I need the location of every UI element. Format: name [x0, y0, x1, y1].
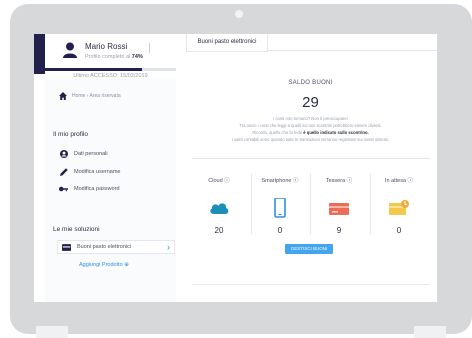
device-foot-right [414, 326, 446, 338]
cloud-icon [210, 203, 229, 214]
decorative-bar [34, 34, 45, 74]
menu-item-meal-vouchers[interactable]: Buoni pasto elettronici › [57, 240, 175, 254]
profile-separator [149, 43, 150, 53]
menu-item-label: Buoni pasto elettronici [77, 244, 132, 250]
menu-item-edit-password[interactable]: Modifica password [59, 184, 120, 193]
smartphone-icon [274, 198, 286, 218]
stat-card: Tessera ⓘ 9 [311, 176, 367, 252]
breadcrumb: Home › Area riservata [59, 92, 121, 100]
stat-label: Smartphone ⓘ [261, 178, 299, 184]
section-title-profile: Il mio profilo [53, 131, 89, 138]
info-line-3: Ricorda, quello che fa fede è quello ind… [184, 130, 437, 135]
stat-value: 0 [396, 226, 402, 235]
menu-item-label: Dati personali [74, 150, 108, 157]
key-icon [59, 184, 68, 193]
profile-completion-label: Profilo completo al [85, 54, 131, 60]
stat-value: 9 [336, 226, 342, 235]
last-access: Ultimo ACCESSO: 15/02/2019 [73, 73, 148, 79]
sidebar: Mario Rossi Profilo completo al 74% Ulti… [45, 34, 176, 302]
section-title-solutions: Le mie soluzioni [53, 226, 100, 233]
profile-progress-bar [45, 68, 176, 71]
stat-value: 20 [214, 226, 224, 235]
breadcrumb-text[interactable]: Home › Area riservata [72, 93, 121, 99]
manage-vouchers-button[interactable]: GESTISCI BUONI [285, 244, 333, 254]
profile-card: Mario Rossi Profilo completo al 74% Ulti… [45, 34, 176, 79]
stat-pending: In attesa ⓘ 0 [371, 176, 427, 252]
divider [192, 158, 430, 159]
wallet-icon [62, 243, 71, 252]
home-icon[interactable] [59, 92, 67, 100]
pencil-icon [59, 167, 68, 176]
stat-cloud: Cloud ⓘ 20 [191, 176, 247, 252]
user-icon [63, 42, 77, 58]
info-line-3-prefix: Ricorda, quello che fa fede [252, 130, 304, 135]
chevron-right-icon: › [167, 242, 170, 252]
balance-value: 29 [302, 94, 319, 111]
profile-completion-percent: 74% [131, 54, 143, 60]
info-line-4: I saldi contabili sono quando tutte le t… [231, 137, 390, 142]
stat-value: 0 [277, 226, 283, 235]
pending-icon [389, 200, 409, 215]
stat-label: Tessera ⓘ [325, 178, 353, 184]
info-line-1: I conti non tornano? Non ti preoccupare! [273, 116, 348, 121]
main-content: Buoni pasto elettronici SALDO BUONI 29 I… [184, 34, 437, 302]
screen: Mario Rossi Profilo completo al 74% Ulti… [34, 34, 437, 302]
user-name: Mario Rossi [85, 42, 128, 51]
info-line-3-bold: è quello indicato sullo scontrino. [303, 130, 369, 135]
stat-label: In attesa ⓘ [384, 178, 414, 184]
menu-item-edit-username[interactable]: Modifica username [59, 167, 120, 176]
stat-label: Cloud ⓘ [208, 178, 230, 184]
device-foot-left [36, 326, 68, 338]
balance-label: SALDO BUONI [288, 80, 333, 86]
add-product-link[interactable]: Aggiungi Prodotto ⊕ [79, 262, 129, 268]
menu-item-personal-data[interactable]: Dati personali [59, 149, 108, 158]
menu-item-label: Modifica username [74, 168, 121, 175]
bottom-divider [192, 284, 430, 285]
account-circle-icon [59, 149, 68, 158]
tab-meal-vouchers[interactable]: Buoni pasto elettronici [186, 34, 268, 52]
profile-progress-fill [45, 68, 142, 71]
camera-dot [235, 10, 243, 18]
tab-underline [266, 50, 437, 51]
info-line-2: Tra oscio i conti che leggi a quelli sui… [239, 123, 382, 128]
menu-item-label: Modifica password [74, 185, 120, 192]
card-icon [329, 203, 349, 215]
profile-completion: Profilo completo al 74% [85, 54, 143, 60]
stat-smartphone: Smartphone ⓘ 0 [252, 176, 308, 252]
